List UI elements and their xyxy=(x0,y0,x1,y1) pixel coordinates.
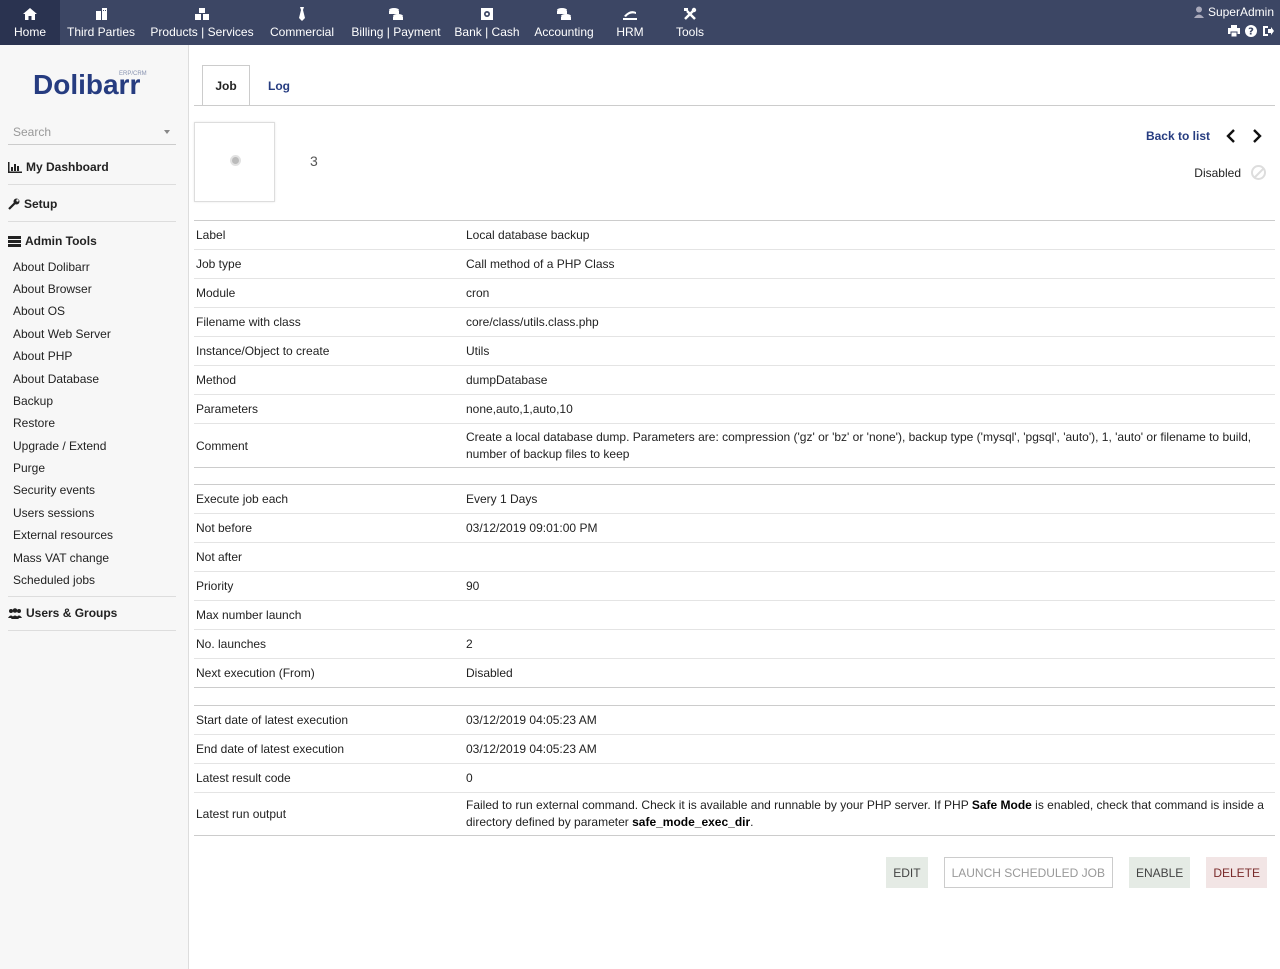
svg-text:ERP/CRM: ERP/CRM xyxy=(119,71,147,77)
sidebar-divider xyxy=(8,184,176,185)
search-select[interactable]: Search xyxy=(8,123,176,145)
table-row: Method dumpDatabase xyxy=(194,365,1275,395)
sidebar-item-about-dolibarr[interactable]: About Dolibarr xyxy=(13,260,90,274)
sidebar-users-groups[interactable]: Users & Groups xyxy=(8,606,176,620)
generic-object-icon xyxy=(230,155,241,166)
menu-tools[interactable]: Tools xyxy=(662,0,718,45)
svg-text:?: ? xyxy=(1248,27,1254,38)
menu-third-parties[interactable]: Third Parties xyxy=(60,0,142,45)
left-sidebar: Dolibarr ERP/CRM Search My Dashboard Set… xyxy=(0,45,189,969)
job-photo-placeholder xyxy=(194,122,275,202)
wrench-icon xyxy=(8,198,20,210)
menu-bank-cash[interactable]: Bank | Cash xyxy=(450,0,524,45)
users-icon xyxy=(8,607,22,619)
tabs-divider xyxy=(194,105,1275,106)
table-row: Max number launch xyxy=(194,600,1275,630)
user-area: SuperAdmin ? xyxy=(1193,5,1274,38)
menu-home[interactable]: Home xyxy=(0,0,60,45)
chart-icon xyxy=(8,161,22,173)
sidebar-item-backup[interactable]: Backup xyxy=(13,394,53,408)
user-icon xyxy=(1193,6,1204,18)
table-row: Start date of latest execution 03/12/2019… xyxy=(194,705,1275,735)
chevron-left-icon[interactable] xyxy=(1226,129,1236,143)
record-navigation: Back to list xyxy=(1146,129,1262,143)
status-badge: Disabled xyxy=(1194,165,1266,180)
chevron-right-icon[interactable] xyxy=(1252,129,1262,143)
table-row: Module cron xyxy=(194,278,1275,308)
dolibarr-logo[interactable]: Dolibarr ERP/CRM xyxy=(33,67,153,100)
enable-button[interactable]: Enable xyxy=(1128,857,1191,888)
edit-button[interactable]: Edit xyxy=(886,857,928,888)
sidebar-divider xyxy=(8,221,176,222)
sidebar-item-users-sessions[interactable]: Users sessions xyxy=(13,506,94,520)
sidebar-admin-tools[interactable]: Admin Tools xyxy=(8,234,176,248)
sidebar-setup[interactable]: Setup xyxy=(8,197,176,211)
sidebar-item-scheduled-jobs[interactable]: Scheduled jobs xyxy=(13,573,95,587)
sidebar-item-about-database[interactable]: About Database xyxy=(13,372,99,386)
table-row: Latest result code 0 xyxy=(194,763,1275,793)
sidebar-my-dashboard[interactable]: My Dashboard xyxy=(8,160,176,174)
job-schedule-table: Execute job each Every 1 Days Not before 0… xyxy=(194,484,1275,688)
building-icon xyxy=(96,8,107,20)
table-row: Parameters none,auto,1,auto,10 xyxy=(194,394,1275,424)
sidebar-item-upgrade-extend[interactable]: Upgrade / Extend xyxy=(13,439,106,453)
table-row: Execute job each Every 1 Days xyxy=(194,484,1275,514)
menu-billing-payment[interactable]: Billing | Payment xyxy=(345,0,447,45)
job-execution-table: Start date of latest execution 03/12/2019… xyxy=(194,705,1275,836)
boxes-icon xyxy=(195,8,209,20)
help-icon[interactable]: ? xyxy=(1245,25,1257,38)
table-row: Not after xyxy=(194,542,1275,572)
table-row: Instance/Object to create Utils xyxy=(194,336,1275,366)
sidebar-item-external-resources[interactable]: External resources xyxy=(13,528,113,542)
hrm-icon xyxy=(623,11,637,20)
sidebar-divider xyxy=(8,596,176,597)
tab-log[interactable]: Log xyxy=(256,65,302,106)
table-row: Job type Call method of a PHP Class xyxy=(194,249,1275,279)
table-row: Comment Create a local database dump. Par… xyxy=(194,423,1275,468)
job-definition-table: Label Local database backup Job type Call … xyxy=(194,220,1275,468)
job-ref: 3 xyxy=(310,153,318,169)
sidebar-item-security-events[interactable]: Security events xyxy=(13,483,95,497)
table-row: Filename with class core/class/utils.clas… xyxy=(194,307,1275,337)
table-row: Priority 90 xyxy=(194,571,1275,601)
table-row: End date of latest execution 03/12/2019 0… xyxy=(194,734,1275,764)
table-row: Latest run output Failed to run external… xyxy=(194,792,1275,836)
action-buttons: Edit Launch scheduled job Enable Delete xyxy=(886,857,1267,888)
table-row: Next execution (From) Disabled xyxy=(194,658,1275,688)
logout-icon[interactable] xyxy=(1262,25,1274,37)
menu-hrm[interactable]: HRM xyxy=(604,0,656,45)
sidebar-item-about-browser[interactable]: About Browser xyxy=(13,282,92,296)
menu-products-services[interactable]: Products | Services xyxy=(145,0,259,45)
sidebar-item-about-web-server[interactable]: About Web Server xyxy=(13,327,111,341)
back-to-list-link[interactable]: Back to list xyxy=(1146,129,1210,143)
sidebar-item-about-os[interactable]: About OS xyxy=(13,304,65,318)
top-menu-bar: Home Third Parties Products | Services C… xyxy=(0,0,1280,45)
launch-scheduled-job-button[interactable]: Launch scheduled job xyxy=(943,857,1113,888)
sidebar-item-restore[interactable]: Restore xyxy=(13,416,55,430)
tools-icon xyxy=(684,7,697,20)
safe-icon xyxy=(481,8,493,20)
delete-button[interactable]: Delete xyxy=(1206,857,1267,888)
print-icon[interactable] xyxy=(1228,25,1240,38)
latest-run-output: Failed to run external command. Check it… xyxy=(464,792,1275,836)
menu-commercial[interactable]: Commercial xyxy=(263,0,341,45)
sidebar-divider xyxy=(8,630,176,631)
sidebar-item-about-php[interactable]: About PHP xyxy=(13,349,72,363)
table-row: No. launches 2 xyxy=(194,629,1275,659)
chevron-down-icon xyxy=(164,130,170,134)
table-row: Label Local database backup xyxy=(194,220,1275,250)
sidebar-item-purge[interactable]: Purge xyxy=(13,461,45,475)
menu-accounting[interactable]: Accounting xyxy=(528,0,600,45)
coins-icon xyxy=(557,8,571,20)
coins-icon xyxy=(389,8,403,20)
home-icon xyxy=(23,8,37,20)
server-icon xyxy=(8,235,21,247)
tab-job[interactable]: Job xyxy=(202,65,250,106)
table-row: Not before 03/12/2019 09:01:00 PM xyxy=(194,513,1275,543)
tie-icon xyxy=(299,7,305,21)
user-menu[interactable]: SuperAdmin xyxy=(1193,5,1274,19)
sidebar-item-mass-vat-change[interactable]: Mass VAT change xyxy=(13,551,109,565)
disabled-status-icon xyxy=(1251,165,1266,180)
